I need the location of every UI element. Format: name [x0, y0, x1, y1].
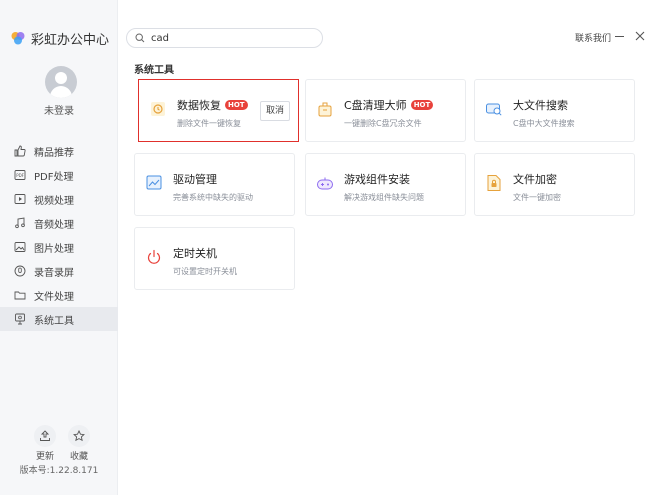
monitor-icon: [15, 313, 25, 325]
favorite-label: 收藏: [69, 452, 88, 462]
tool-title: 游戏组件安装: [344, 173, 410, 186]
tool-desc: C盘中大文件搜索: [513, 119, 575, 128]
sidebar-item-label: 系统工具: [34, 315, 74, 327]
sidebar-item-label: 录音录屏: [34, 267, 74, 279]
search-box[interactable]: [126, 28, 323, 48]
record-icon: [14, 265, 26, 277]
tool-title: C盘清理大师 HOT: [344, 97, 434, 113]
sidebar-item-label: 图片处理: [34, 243, 74, 255]
sidebar-item-audio[interactable]: 音频处理: [0, 211, 118, 235]
tool-title: 驱动管理: [173, 173, 217, 186]
tool-card-c-drive-cleanup[interactable]: C盘清理大师 HOT 一键删除C盘冗余文件: [305, 79, 466, 142]
sidebar-item-system-tools[interactable]: 系统工具: [0, 307, 118, 331]
contact-us-link[interactable]: 联系我们: [575, 31, 611, 44]
music-note-icon: [15, 217, 25, 229]
search-icon: [135, 33, 145, 43]
sidebar-item-pdf[interactable]: PDF PDF处理: [0, 163, 118, 187]
power-icon: [147, 249, 161, 264]
cancel-button[interactable]: 取消: [260, 101, 290, 121]
tool-desc: 一键删除C盘冗余文件: [344, 119, 422, 128]
tool-card-driver-management[interactable]: 驱动管理 完善系统中缺失的驱动: [134, 153, 295, 216]
tool-title: 文件加密: [513, 173, 557, 186]
sidebar-item-label: 文件处理: [34, 291, 74, 303]
sidebar-item-recommended[interactable]: 精品推荐: [0, 139, 118, 163]
tool-title: 数据恢复 HOT: [177, 97, 248, 113]
tool-card-game-components[interactable]: 游戏组件安装 解决游戏组件缺失问题: [305, 153, 466, 216]
tool-card-file-encryption[interactable]: 文件加密 文件一键加密: [474, 153, 635, 216]
app-logo: 彩虹办公中心: [10, 28, 109, 48]
image-icon: [14, 242, 26, 252]
tool-desc: 文件一键加密: [513, 193, 561, 202]
rainbow-logo-icon: [11, 32, 25, 45]
favorite-button[interactable]: 收藏: [66, 425, 92, 462]
sidebar-item-label: 音频处理: [34, 219, 74, 231]
avatar[interactable]: [45, 66, 77, 98]
sidebar-nav: 精品推荐 PDF PDF处理 视频处理 音频处理 图片处理 录音录屏 文件处理: [0, 139, 118, 331]
tool-desc: 可设置定时开关机: [173, 267, 237, 276]
app-title: 彩虹办公中心: [31, 32, 110, 48]
sidebar-item-label: 精品推荐: [34, 147, 74, 159]
data-recovery-icon: [151, 102, 165, 116]
sidebar-item-files[interactable]: 文件处理: [0, 283, 118, 307]
hot-badge: HOT: [225, 100, 248, 110]
star-icon: [73, 430, 85, 442]
tool-card-scheduled-shutdown[interactable]: 定时关机 可设置定时开关机: [134, 227, 295, 290]
folder-icon: [14, 291, 26, 300]
sidebar: 彩虹办公中心 未登录 精品推荐 PDF PDF处理 视频处理 音频处理 图片处理…: [0, 0, 118, 495]
tool-title: 大文件搜索: [513, 99, 568, 112]
version-text: 版本号:1.22.8.171: [19, 466, 99, 476]
sidebar-item-image[interactable]: 图片处理: [0, 235, 118, 259]
update-button[interactable]: 更新: [32, 425, 58, 462]
svg-text:PDF: PDF: [16, 173, 24, 178]
login-status[interactable]: 未登录: [0, 102, 118, 117]
gamepad-icon: [317, 177, 333, 190]
lock-file-icon: [487, 175, 501, 191]
tool-desc: 解决游戏组件缺失问题: [344, 193, 424, 202]
update-label: 更新: [35, 452, 54, 462]
sidebar-item-video[interactable]: 视频处理: [0, 187, 118, 211]
tool-title: 定时关机: [173, 247, 217, 260]
update-icon: [40, 430, 50, 441]
tool-desc: 完善系统中缺失的驱动: [173, 193, 253, 202]
hot-badge: HOT: [410, 100, 434, 110]
section-title: 系统工具: [134, 65, 174, 76]
sidebar-item-record[interactable]: 录音录屏: [0, 259, 118, 283]
cleanup-icon: [318, 102, 332, 117]
tool-desc: 删除文件一键恢复: [177, 119, 241, 128]
thumbs-up-icon: [14, 145, 26, 157]
file-search-icon: [486, 103, 502, 116]
pdf-icon: PDF: [14, 170, 26, 180]
tool-card-large-file-search[interactable]: 大文件搜索 C盘中大文件搜索: [474, 79, 635, 142]
minimize-button[interactable]: [615, 36, 624, 37]
driver-icon: [146, 175, 162, 190]
tool-card-data-recovery[interactable]: 数据恢复 HOT 删除文件一键恢复 取消: [138, 79, 299, 142]
sidebar-item-label: PDF处理: [34, 171, 74, 183]
search-input[interactable]: [151, 32, 301, 44]
close-icon[interactable]: [634, 30, 646, 42]
sidebar-item-label: 视频处理: [34, 195, 74, 207]
video-icon: [14, 194, 26, 204]
